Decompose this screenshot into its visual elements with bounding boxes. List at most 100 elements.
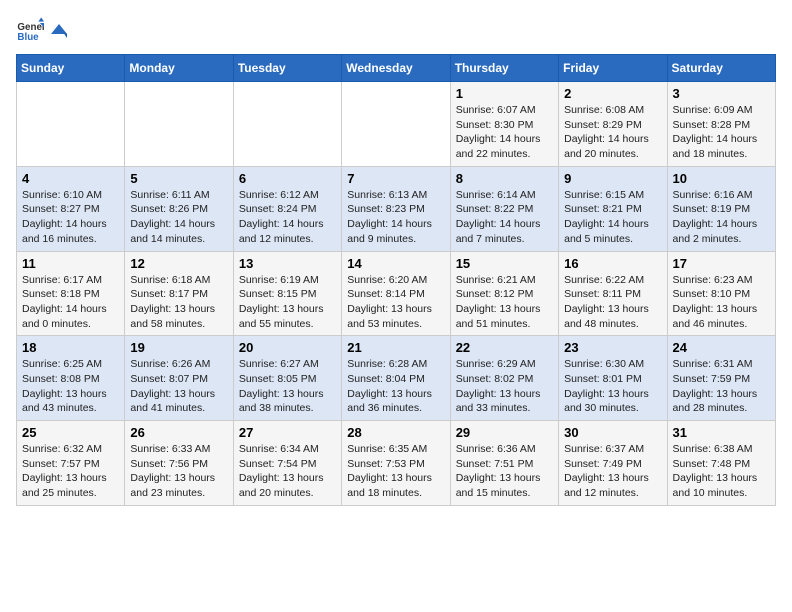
day-number: 11 — [22, 256, 119, 271]
header-cell-saturday: Saturday — [667, 55, 775, 82]
day-cell: 28 Sunrise: 6:35 AM Sunset: 7:53 PM Dayli… — [342, 421, 450, 506]
day-cell: 15 Sunrise: 6:21 AM Sunset: 8:12 PM Dayli… — [450, 251, 558, 336]
day-cell: 12 Sunrise: 6:18 AM Sunset: 8:17 PM Dayli… — [125, 251, 233, 336]
day-info: Sunrise: 6:22 AM Sunset: 8:11 PM Dayligh… — [564, 273, 661, 332]
day-info: Sunrise: 6:14 AM Sunset: 8:22 PM Dayligh… — [456, 188, 553, 247]
week-row-1: 1 Sunrise: 6:07 AM Sunset: 8:30 PM Daylig… — [17, 82, 776, 167]
day-info: Sunrise: 6:28 AM Sunset: 8:04 PM Dayligh… — [347, 357, 444, 416]
day-number: 9 — [564, 171, 661, 186]
day-info: Sunrise: 6:17 AM Sunset: 8:18 PM Dayligh… — [22, 273, 119, 332]
day-cell: 21 Sunrise: 6:28 AM Sunset: 8:04 PM Dayli… — [342, 336, 450, 421]
day-info: Sunrise: 6:13 AM Sunset: 8:23 PM Dayligh… — [347, 188, 444, 247]
day-info: Sunrise: 6:35 AM Sunset: 7:53 PM Dayligh… — [347, 442, 444, 501]
day-number: 17 — [673, 256, 770, 271]
day-info: Sunrise: 6:15 AM Sunset: 8:21 PM Dayligh… — [564, 188, 661, 247]
day-cell: 6 Sunrise: 6:12 AM Sunset: 8:24 PM Daylig… — [233, 166, 341, 251]
day-number: 22 — [456, 340, 553, 355]
day-cell: 29Sunrise: 6:36 AM Sunset: 7:51 PM Dayli… — [450, 421, 558, 506]
day-number: 8 — [456, 171, 553, 186]
day-cell: 18 Sunrise: 6:25 AM Sunset: 8:08 PM Dayli… — [17, 336, 125, 421]
day-number: 1 — [456, 86, 553, 101]
day-number: 14 — [347, 256, 444, 271]
day-cell: 20 Sunrise: 6:27 AM Sunset: 8:05 PM Dayli… — [233, 336, 341, 421]
day-cell: 22 Sunrise: 6:29 AM Sunset: 8:02 PM Dayli… — [450, 336, 558, 421]
day-number: 13 — [239, 256, 336, 271]
day-number: 10 — [673, 171, 770, 186]
header-cell-friday: Friday — [559, 55, 667, 82]
day-info: Sunrise: 6:38 AM Sunset: 7:48 PM Dayligh… — [673, 442, 770, 501]
day-cell: 7 Sunrise: 6:13 AM Sunset: 8:23 PM Daylig… — [342, 166, 450, 251]
day-info: Sunrise: 6:07 AM Sunset: 8:30 PM Dayligh… — [456, 103, 553, 162]
day-number: 7 — [347, 171, 444, 186]
day-number: 21 — [347, 340, 444, 355]
day-info: Sunrise: 6:16 AM Sunset: 8:19 PM Dayligh… — [673, 188, 770, 247]
header-cell-monday: Monday — [125, 55, 233, 82]
day-number: 18 — [22, 340, 119, 355]
week-row-2: 4Sunrise: 6:10 AM Sunset: 8:27 PM Daylig… — [17, 166, 776, 251]
day-number: 20 — [239, 340, 336, 355]
day-number: 25 — [22, 425, 119, 440]
day-info: Sunrise: 6:11 AM Sunset: 8:26 PM Dayligh… — [130, 188, 227, 247]
day-number: 23 — [564, 340, 661, 355]
day-info: Sunrise: 6:21 AM Sunset: 8:12 PM Dayligh… — [456, 273, 553, 332]
day-cell — [17, 82, 125, 167]
day-info: Sunrise: 6:31 AM Sunset: 7:59 PM Dayligh… — [673, 357, 770, 416]
day-number: 16 — [564, 256, 661, 271]
week-row-4: 18 Sunrise: 6:25 AM Sunset: 8:08 PM Dayli… — [17, 336, 776, 421]
week-row-3: 11 Sunrise: 6:17 AM Sunset: 8:18 PM Dayli… — [17, 251, 776, 336]
day-cell: 9 Sunrise: 6:15 AM Sunset: 8:21 PM Daylig… — [559, 166, 667, 251]
day-cell: 19Sunrise: 6:26 AM Sunset: 8:07 PM Dayli… — [125, 336, 233, 421]
day-cell: 16 Sunrise: 6:22 AM Sunset: 8:11 PM Dayli… — [559, 251, 667, 336]
day-number: 2 — [564, 86, 661, 101]
day-number: 24 — [673, 340, 770, 355]
day-number: 5 — [130, 171, 227, 186]
day-cell: 23 Sunrise: 6:30 AM Sunset: 8:01 PM Dayli… — [559, 336, 667, 421]
day-number: 27 — [239, 425, 336, 440]
day-info: Sunrise: 6:23 AM Sunset: 8:10 PM Dayligh… — [673, 273, 770, 332]
day-info: Sunrise: 6:20 AM Sunset: 8:14 PM Dayligh… — [347, 273, 444, 332]
day-cell: 2 Sunrise: 6:08 AM Sunset: 8:29 PM Daylig… — [559, 82, 667, 167]
day-number: 29 — [456, 425, 553, 440]
day-number: 31 — [673, 425, 770, 440]
logo: General Blue — [16, 16, 69, 44]
day-info: Sunrise: 6:27 AM Sunset: 8:05 PM Dayligh… — [239, 357, 336, 416]
day-cell — [233, 82, 341, 167]
day-number: 28 — [347, 425, 444, 440]
header-cell-tuesday: Tuesday — [233, 55, 341, 82]
day-number: 12 — [130, 256, 227, 271]
day-info: Sunrise: 6:26 AM Sunset: 8:07 PM Dayligh… — [130, 357, 227, 416]
day-info: Sunrise: 6:08 AM Sunset: 8:29 PM Dayligh… — [564, 103, 661, 162]
day-info: Sunrise: 6:30 AM Sunset: 8:01 PM Dayligh… — [564, 357, 661, 416]
day-cell: 26 Sunrise: 6:33 AM Sunset: 7:56 PM Dayli… — [125, 421, 233, 506]
day-info: Sunrise: 6:34 AM Sunset: 7:54 PM Dayligh… — [239, 442, 336, 501]
day-number: 6 — [239, 171, 336, 186]
calendar-table: SundayMondayTuesdayWednesdayThursdayFrid… — [16, 54, 776, 506]
day-cell: 11 Sunrise: 6:17 AM Sunset: 8:18 PM Dayli… — [17, 251, 125, 336]
svg-text:Blue: Blue — [17, 32, 39, 43]
day-number: 26 — [130, 425, 227, 440]
day-number: 3 — [673, 86, 770, 101]
header-cell-wednesday: Wednesday — [342, 55, 450, 82]
header-cell-sunday: Sunday — [17, 55, 125, 82]
day-info: Sunrise: 6:29 AM Sunset: 8:02 PM Dayligh… — [456, 357, 553, 416]
day-info: Sunrise: 6:33 AM Sunset: 7:56 PM Dayligh… — [130, 442, 227, 501]
day-number: 30 — [564, 425, 661, 440]
day-info: Sunrise: 6:12 AM Sunset: 8:24 PM Dayligh… — [239, 188, 336, 247]
day-cell: 5 Sunrise: 6:11 AM Sunset: 8:26 PM Daylig… — [125, 166, 233, 251]
logo-icon: General Blue — [16, 16, 44, 44]
day-number: 15 — [456, 256, 553, 271]
day-info: Sunrise: 6:37 AM Sunset: 7:49 PM Dayligh… — [564, 442, 661, 501]
day-cell: 1 Sunrise: 6:07 AM Sunset: 8:30 PM Daylig… — [450, 82, 558, 167]
header: General Blue — [16, 16, 776, 44]
day-cell: 8 Sunrise: 6:14 AM Sunset: 8:22 PM Daylig… — [450, 166, 558, 251]
day-info: Sunrise: 6:10 AM Sunset: 8:27 PM Dayligh… — [22, 188, 119, 247]
day-info: Sunrise: 6:09 AM Sunset: 8:28 PM Dayligh… — [673, 103, 770, 162]
day-cell: 4Sunrise: 6:10 AM Sunset: 8:27 PM Daylig… — [17, 166, 125, 251]
day-cell: 10 Sunrise: 6:16 AM Sunset: 8:19 PM Dayli… — [667, 166, 775, 251]
day-cell: 24 Sunrise: 6:31 AM Sunset: 7:59 PM Dayli… — [667, 336, 775, 421]
day-cell: 14 Sunrise: 6:20 AM Sunset: 8:14 PM Dayli… — [342, 251, 450, 336]
day-cell: 25Sunrise: 6:32 AM Sunset: 7:57 PM Dayli… — [17, 421, 125, 506]
day-info: Sunrise: 6:18 AM Sunset: 8:17 PM Dayligh… — [130, 273, 227, 332]
day-info: Sunrise: 6:25 AM Sunset: 8:08 PM Dayligh… — [22, 357, 119, 416]
day-cell: 27 Sunrise: 6:34 AM Sunset: 7:54 PM Dayli… — [233, 421, 341, 506]
